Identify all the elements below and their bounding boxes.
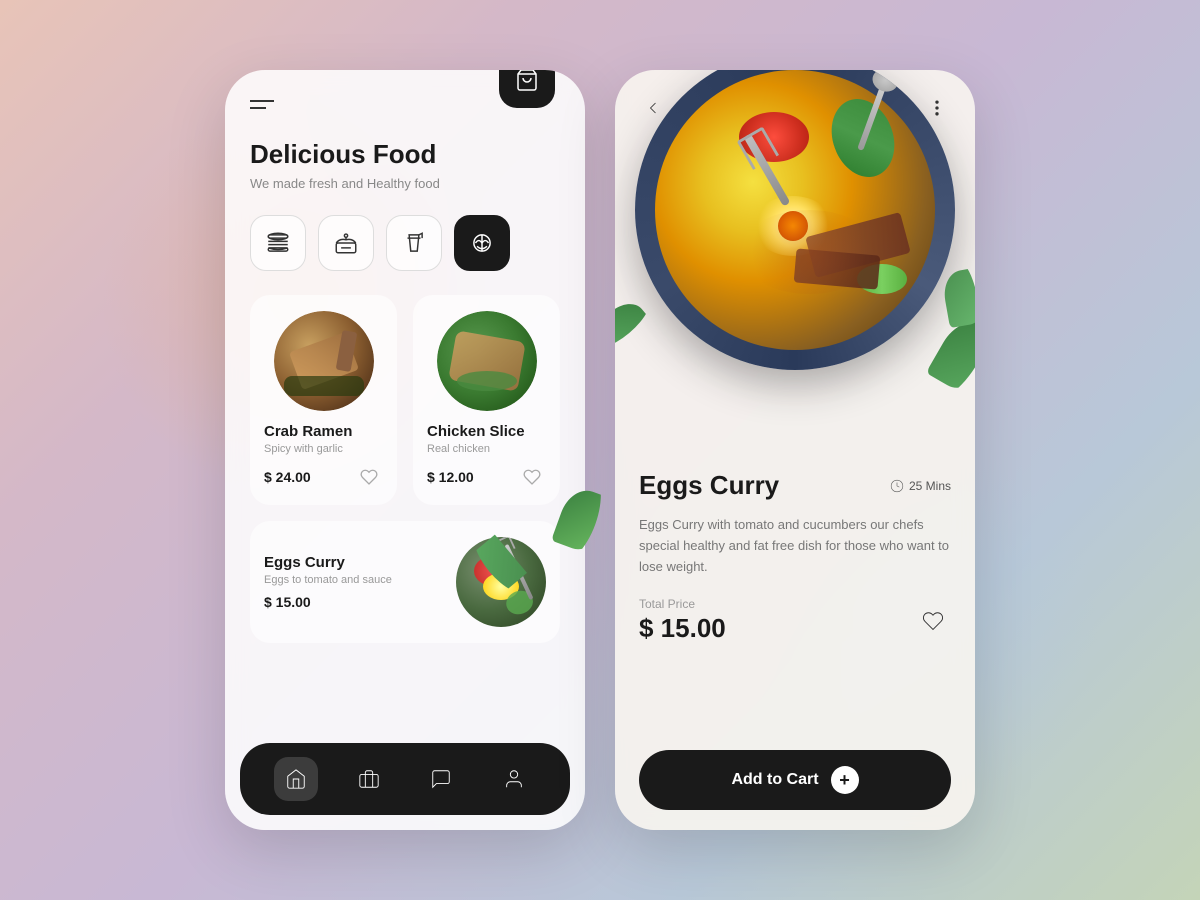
food-grid: Crab Ramen Spicy with garlic $ 24.00 xyxy=(250,295,560,505)
cart-icon xyxy=(515,70,539,92)
favorite-button-chicken-slice[interactable] xyxy=(518,463,546,491)
category-drinks[interactable] xyxy=(386,215,442,271)
favorite-button-crab-ramen[interactable] xyxy=(355,463,383,491)
app-title: Delicious Food xyxy=(250,139,560,170)
nav-chat[interactable] xyxy=(419,757,463,801)
food-name-chicken-slice: Chicken Slice xyxy=(427,423,546,440)
left-phone: Delicious Food We made fresh and Healthy… xyxy=(225,70,585,830)
food-card-chicken-slice[interactable]: Chicken Slice Real chicken $ 12.00 xyxy=(413,295,560,505)
food-desc-chicken-slice: Real chicken xyxy=(427,443,546,455)
food-image-crab-ramen xyxy=(274,311,374,411)
add-to-cart-label: Add to Cart xyxy=(731,771,818,789)
food-desc-crab-ramen: Spicy with garlic xyxy=(264,443,383,455)
more-options-button[interactable] xyxy=(919,90,955,126)
left-phone-content: Delicious Food We made fresh and Healthy… xyxy=(225,70,585,733)
food-price-crab-ramen: $ 24.00 xyxy=(264,469,311,485)
total-price-label: Total Price xyxy=(639,597,726,611)
food-card-crab-ramen[interactable]: Crab Ramen Spicy with garlic $ 24.00 xyxy=(250,295,397,505)
dish-description: Eggs Curry with tomato and cucumbers our… xyxy=(639,515,951,577)
food-price-chicken-slice: $ 12.00 xyxy=(427,469,474,485)
leaf-right-2 xyxy=(941,267,975,328)
total-section: Total Price $ 15.00 xyxy=(639,597,726,644)
category-burger[interactable] xyxy=(250,215,306,271)
right-phone: Eggs Curry 25 Mins Eggs Curry with tomat… xyxy=(615,70,975,830)
detail-favorite-button[interactable] xyxy=(915,603,951,639)
add-cart-plus-icon: + xyxy=(831,766,859,794)
add-to-cart-button[interactable]: Add to Cart + xyxy=(639,750,951,810)
bottom-navigation xyxy=(240,743,570,815)
nav-wallet[interactable] xyxy=(347,757,391,801)
leaf-right-3 xyxy=(615,296,653,355)
food-name-crab-ramen: Crab Ramen xyxy=(264,423,383,440)
dish-name-row: Eggs Curry 25 Mins xyxy=(639,470,951,501)
cook-time-label: 25 Mins xyxy=(909,479,951,493)
cart-float-button[interactable] xyxy=(499,70,555,108)
eggs-curry-price: $ 15.00 xyxy=(264,594,456,610)
nav-home[interactable] xyxy=(274,757,318,801)
dish-image-area xyxy=(615,70,975,450)
category-cake[interactable] xyxy=(318,215,374,271)
app-subtitle: We made fresh and Healthy food xyxy=(250,176,560,191)
food-footer-chicken-slice: $ 12.00 xyxy=(427,463,546,491)
price-row: Total Price $ 15.00 xyxy=(639,597,951,644)
category-food[interactable] xyxy=(454,215,510,271)
category-list xyxy=(250,215,560,271)
dish-detail-content: Eggs Curry 25 Mins Eggs Curry with tomat… xyxy=(615,450,975,830)
food-image-chicken-slice xyxy=(437,311,537,411)
food-footer-crab-ramen: $ 24.00 xyxy=(264,463,383,491)
eggs-curry-name: Eggs Curry xyxy=(264,554,456,571)
nav-profile[interactable] xyxy=(492,757,536,801)
detail-top-bar xyxy=(635,90,955,126)
dish-name: Eggs Curry xyxy=(639,470,779,501)
total-price-value: $ 15.00 xyxy=(639,613,726,644)
cook-time-badge: 25 Mins xyxy=(890,479,951,493)
back-button[interactable] xyxy=(635,90,671,126)
eggs-curry-desc: Eggs to tomato and sauce xyxy=(264,574,456,586)
eggs-curry-info: Eggs Curry Eggs to tomato and sauce $ 15… xyxy=(264,554,456,610)
